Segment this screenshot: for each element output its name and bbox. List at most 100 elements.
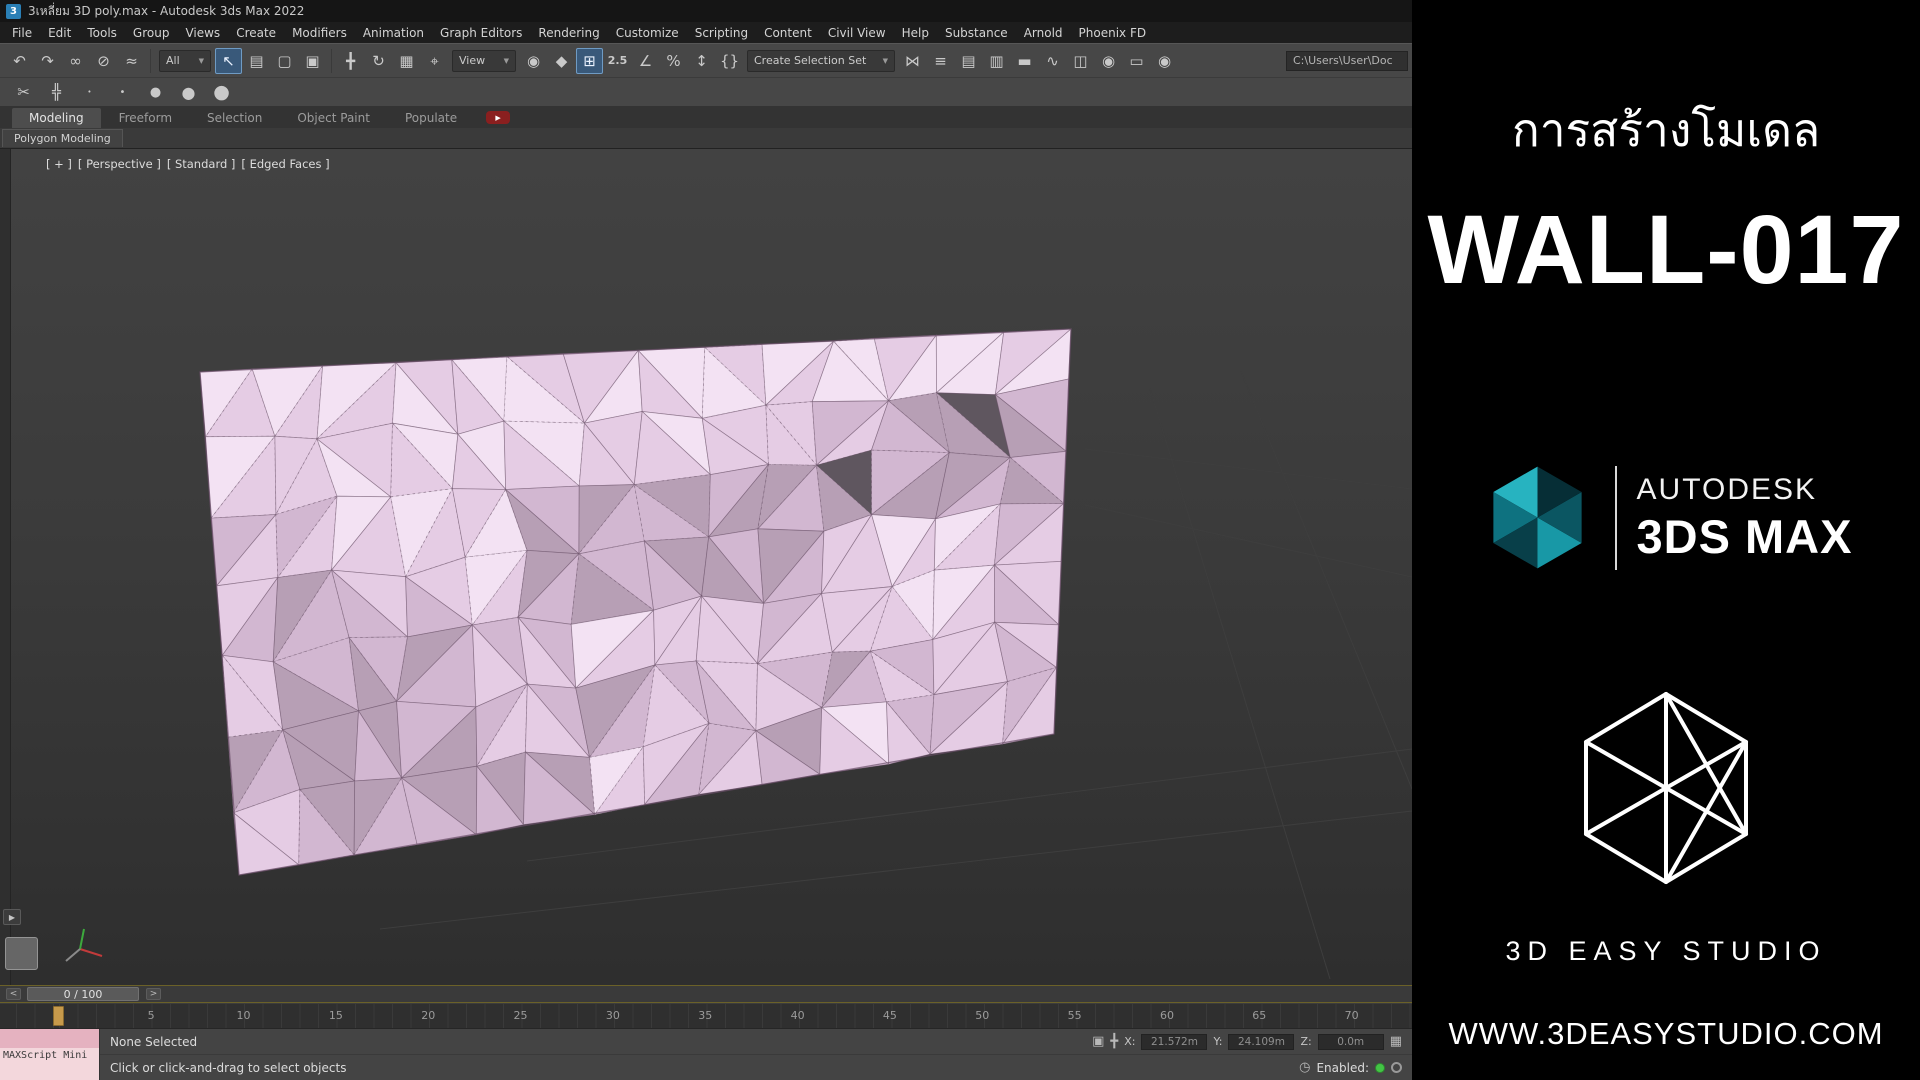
menu-item[interactable]: Scripting — [687, 24, 756, 42]
redo-icon[interactable]: ↷ — [34, 48, 61, 74]
viewport-canvas[interactable] — [0, 149, 1412, 985]
falloff-circle-large-icon[interactable]: ● — [208, 79, 235, 105]
polygon-modeling-panel[interactable]: Polygon Modeling — [2, 129, 123, 147]
percent-snap-icon[interactable]: % — [660, 48, 687, 74]
current-frame-marker[interactable] — [53, 1006, 64, 1026]
menu-item[interactable]: Views — [177, 24, 228, 42]
video-help-icon[interactable]: ▶ — [486, 111, 510, 124]
previous-frame-button[interactable]: < — [6, 988, 21, 1000]
tab-freeform[interactable]: Freeform — [102, 108, 189, 128]
spinner-snap-icon[interactable]: ↕ — [688, 48, 715, 74]
menu-item[interactable]: Edit — [40, 24, 79, 42]
toggle-ribbon-icon[interactable]: ▬ — [1011, 48, 1038, 74]
menu-item[interactable]: Animation — [355, 24, 432, 42]
select-by-name-icon[interactable]: ▤ — [243, 48, 270, 74]
project-path-field[interactable]: C:\Users\User\Doc — [1286, 51, 1408, 71]
menu-item[interactable]: Customize — [608, 24, 687, 42]
edit-named-selection-sets-icon[interactable]: {} — [716, 48, 743, 74]
tab-populate[interactable]: Populate — [388, 108, 474, 128]
viewport-menu-segment[interactable]: [ Standard ] — [167, 157, 236, 171]
menu-item[interactable]: Help — [894, 24, 937, 42]
y-coord-field[interactable]: 24.109m — [1228, 1034, 1294, 1050]
unlink-selection-icon[interactable]: ⊘ — [90, 48, 117, 74]
tab-selection[interactable]: Selection — [190, 108, 279, 128]
menu-item[interactable]: Create — [228, 24, 284, 42]
viewport-menu-segment[interactable]: [ + ] — [46, 157, 72, 171]
track-bar[interactable]: 510152025303540455055606570 — [0, 1004, 1412, 1029]
perspective-viewport[interactable]: [ + ] [ Perspective ] [ Standard ] [ Edged … — [0, 148, 1412, 985]
select-object-icon[interactable]: ↖ — [215, 48, 242, 74]
angle-snap-icon[interactable]: ∠ — [632, 48, 659, 74]
next-frame-button[interactable]: > — [146, 988, 161, 1000]
curve-editor-icon[interactable]: ∿ — [1039, 48, 1066, 74]
select-and-rotate-icon[interactable]: ↻ — [365, 48, 392, 74]
window-crossing-icon[interactable]: ▣ — [299, 48, 326, 74]
named-selection-set-dropdown[interactable]: Create Selection Set▼ — [747, 50, 895, 72]
z-coord-field[interactable]: 0.0m — [1318, 1034, 1384, 1050]
scene-explorer-icon[interactable]: ▥ — [983, 48, 1010, 74]
rectangular-selection-icon[interactable]: ▢ — [271, 48, 298, 74]
x-coord-field[interactable]: 21.572m — [1141, 1034, 1207, 1050]
use-pivot-point-center-icon[interactable]: ◉ — [520, 48, 547, 74]
menu-item[interactable]: Tools — [79, 24, 125, 42]
selection-lock-icon[interactable]: ▣ — [1092, 1034, 1104, 1049]
promo-panel: การสร้างโมเดล WALL-017 AUTODESK 3DS MAX … — [1412, 0, 1920, 1080]
mirror-icon[interactable]: ⋈ — [899, 48, 926, 74]
grid-display-icon[interactable]: ▦ — [1390, 1034, 1402, 1049]
menu-item[interactable]: File — [4, 24, 40, 42]
titlebar[interactable]: 3 3เหลี่ยม 3D poly.max - Autodesk 3ds Ma… — [0, 0, 1412, 22]
bind-to-spacewarp-icon[interactable]: ≈ — [118, 48, 145, 74]
viewport-menu-segment[interactable]: [ Perspective ] — [78, 157, 161, 171]
select-and-place-icon[interactable]: ⌖ — [421, 48, 448, 74]
axis-constraint-icon[interactable]: ╬ — [43, 79, 70, 105]
logo-divider — [1615, 466, 1617, 570]
menu-item[interactable]: Graph Editors — [432, 24, 530, 42]
render-production-icon[interactable]: ◉ — [1151, 48, 1178, 74]
selection-filter-dropdown[interactable]: All▼ — [159, 50, 211, 72]
3dsmax-logo-icon — [1480, 460, 1595, 575]
material-slot[interactable] — [5, 937, 38, 970]
frame-tick-label: 5 — [105, 1009, 197, 1022]
menu-item[interactable]: Modifiers — [284, 24, 355, 42]
falloff-dot-small-icon[interactable]: • — [109, 79, 136, 105]
time-tag-icon[interactable]: ◷ — [1299, 1060, 1310, 1075]
schematic-view-icon[interactable]: ◫ — [1067, 48, 1094, 74]
select-and-move-icon[interactable]: ╋ — [337, 48, 364, 74]
select-and-manipulate-icon[interactable]: ◆ — [548, 48, 575, 74]
undo-icon[interactable]: ↶ — [6, 48, 33, 74]
viewport-menu-segment[interactable]: [ Edged Faces ] — [241, 157, 329, 171]
time-slider[interactable]: < 0 / 100 > — [0, 985, 1412, 1003]
frame-tick-label: 20 — [382, 1009, 474, 1022]
menu-item[interactable]: Arnold — [1016, 24, 1071, 42]
maxscript-mini-top[interactable] — [0, 1029, 99, 1048]
falloff-dot-tiny-icon[interactable]: • — [76, 79, 103, 105]
snaps-toggle-icon[interactable]: 2.5 — [604, 48, 631, 74]
tab-modeling[interactable]: Modeling — [12, 108, 101, 128]
tab-object-paint[interactable]: Object Paint — [280, 108, 387, 128]
maxscript-mini-listener[interactable]: MAXScript Mini — [0, 1029, 100, 1080]
maxscript-mini-input[interactable]: MAXScript Mini — [0, 1048, 99, 1080]
adaptive-degradation-icon[interactable] — [1391, 1062, 1402, 1073]
menu-item[interactable]: Group — [125, 24, 178, 42]
expand-arrow-button[interactable]: ▶ — [3, 909, 21, 925]
layer-explorer-icon[interactable]: ▤ — [955, 48, 982, 74]
select-and-scale-icon[interactable]: ▦ — [393, 48, 420, 74]
enabled-status-dot[interactable] — [1375, 1063, 1385, 1073]
menu-item[interactable]: Rendering — [530, 24, 607, 42]
menu-item[interactable]: Substance — [937, 24, 1016, 42]
falloff-circle-medium-icon[interactable]: ● — [175, 79, 202, 105]
cut-tool-icon[interactable]: ✂ — [10, 79, 37, 105]
menu-item[interactable]: Phoenix FD — [1071, 24, 1155, 42]
menu-item[interactable]: Civil View — [820, 24, 894, 42]
chevron-down-icon: ▼ — [883, 57, 888, 65]
reference-coordinate-dropdown[interactable]: View▼ — [452, 50, 516, 72]
transform-typein-icon[interactable]: ╋ — [1110, 1034, 1118, 1049]
time-slider-handle[interactable]: 0 / 100 — [27, 987, 139, 1001]
select-and-link-icon[interactable]: ∞ — [62, 48, 89, 74]
align-icon[interactable]: ≡ — [927, 48, 954, 74]
keyboard-shortcut-override-icon[interactable]: ⊞ — [576, 48, 603, 74]
falloff-circle-icon[interactable]: ● — [142, 79, 169, 105]
menu-item[interactable]: Content — [756, 24, 820, 42]
rendered-frame-window-icon[interactable]: ▭ — [1123, 48, 1150, 74]
render-setup-icon[interactable]: ◉ — [1095, 48, 1122, 74]
